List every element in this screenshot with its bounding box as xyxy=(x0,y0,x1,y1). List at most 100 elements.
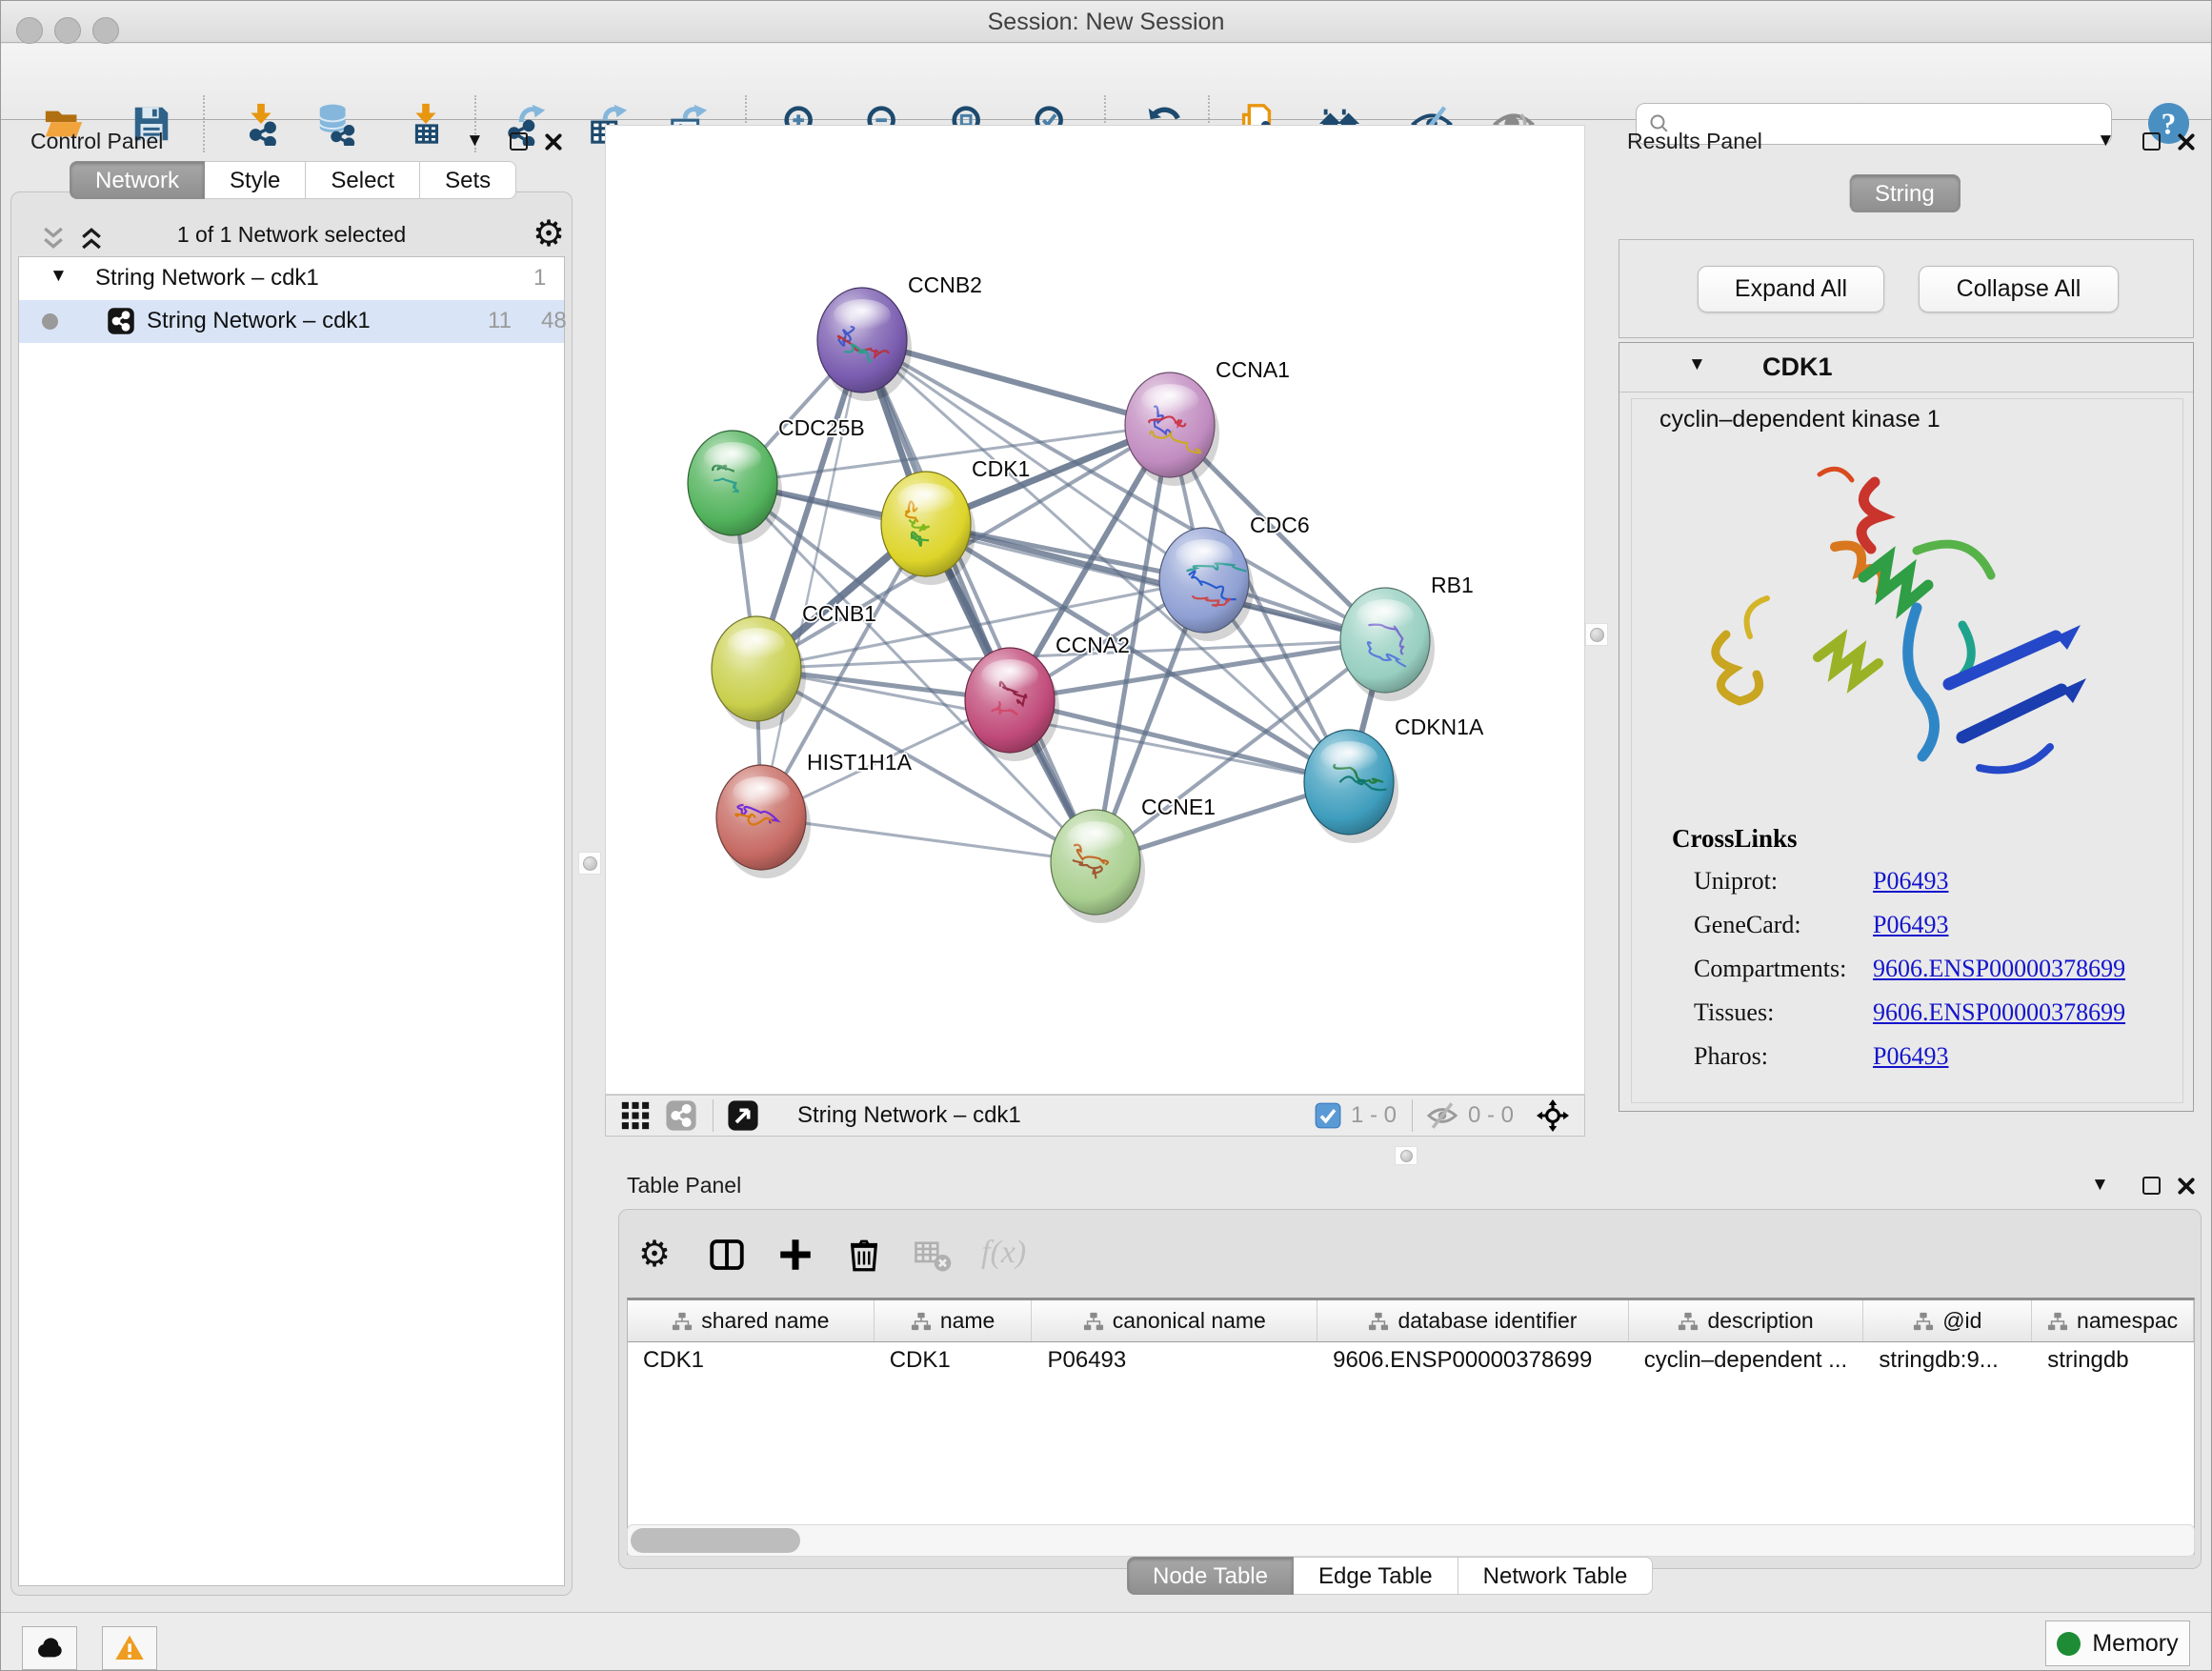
network-row[interactable]: String Network – cdk1 11 48 xyxy=(19,300,564,343)
network-collection-row[interactable]: ▼ String Network – cdk1 1 xyxy=(19,257,564,300)
tab-select[interactable]: Select xyxy=(306,161,420,199)
network-node-ccna2[interactable] xyxy=(965,648,1059,761)
table-hscrollbar-thumb[interactable] xyxy=(631,1528,800,1553)
collapse-all-button[interactable]: Collapse All xyxy=(1919,266,2119,312)
control-panel-float-icon[interactable] xyxy=(510,132,528,151)
cloud-icon xyxy=(34,1633,65,1663)
crosslink-link[interactable]: 9606.ENSP00000378699 xyxy=(1873,998,2125,1027)
hidden-eye-slash-icon[interactable] xyxy=(1426,1099,1458,1132)
network-edge[interactable] xyxy=(862,340,1096,862)
results-panel-collapse-icon[interactable]: ▼ xyxy=(2097,131,2115,151)
collection-label: String Network – cdk1 xyxy=(95,265,319,292)
crosslink-link[interactable]: 9606.ENSP00000378699 xyxy=(1873,955,2125,983)
memory-status-dot-icon xyxy=(2057,1632,2081,1656)
network-node-ccnb1[interactable] xyxy=(712,616,806,730)
canvas-bar-separator xyxy=(1412,1099,1413,1132)
table-cell: P06493 xyxy=(1032,1342,1317,1380)
gear-icon[interactable]: ⚙ xyxy=(638,1235,678,1275)
network-node-hist1h1a[interactable] xyxy=(716,765,811,878)
control-panel-close-icon[interactable] xyxy=(544,132,563,157)
application-window: Session: New Session ? Control Panel ▼ N… xyxy=(0,0,2212,1671)
network-edge[interactable] xyxy=(761,817,1096,862)
tab-sets[interactable]: Sets xyxy=(420,161,516,199)
column-header--id[interactable]: @id xyxy=(1863,1300,2032,1341)
pan-crosshair-icon[interactable] xyxy=(1537,1099,1569,1132)
table-hscrollbar[interactable] xyxy=(627,1524,2195,1557)
column-header-shared-name[interactable]: shared name xyxy=(628,1300,875,1341)
tab-node-table[interactable]: Node Table xyxy=(1127,1557,1294,1595)
network-canvas[interactable]: CCNB2CCNA1CDC25BCDK1CDC6RB1CCNB1CCNA2CDK… xyxy=(605,125,1585,1095)
network-view-icon[interactable] xyxy=(665,1099,697,1132)
column-header-label: shared name xyxy=(701,1308,829,1334)
network-node-rb1[interactable] xyxy=(1340,588,1435,701)
column-header-name[interactable]: name xyxy=(875,1300,1033,1341)
cloud-status-button[interactable] xyxy=(22,1626,77,1670)
function-builder-icon[interactable]: f(x) xyxy=(981,1235,1026,1275)
crosslink-link[interactable]: P06493 xyxy=(1873,1042,1948,1071)
node-label-ccnb2: CCNB2 xyxy=(908,272,982,297)
crosslink-label: Pharos: xyxy=(1694,1042,1768,1070)
table-header-row: shared name name canonical namedatabase id… xyxy=(628,1300,2194,1342)
node-card-header[interactable]: ▼ CDK1 xyxy=(1619,343,2193,393)
column-header-label: name xyxy=(940,1308,995,1334)
collection-count: 1 xyxy=(533,265,546,292)
network-graph[interactable]: CCNB2CCNA1CDC25BCDK1CDC6RB1CCNB1CCNA2CDK… xyxy=(606,126,1584,1094)
tree-icon xyxy=(1913,1311,1934,1332)
right-splitter-handle[interactable] xyxy=(1585,623,1608,646)
network-node-ccnb2[interactable] xyxy=(817,288,912,401)
node-card-expander-icon[interactable]: ▼ xyxy=(1688,354,1706,375)
control-panel-collapse-icon[interactable]: ▼ xyxy=(466,131,484,151)
grid-view-icon[interactable] xyxy=(619,1099,652,1132)
network-node-cdc25b[interactable] xyxy=(688,431,782,544)
tab-network[interactable]: Network xyxy=(70,161,205,199)
selected-checkbox-icon[interactable] xyxy=(1315,1102,1341,1129)
crosslink-link[interactable]: P06493 xyxy=(1873,911,1948,939)
column-header-namespac[interactable]: namespac xyxy=(2032,1300,2194,1341)
import-network-icon[interactable] xyxy=(239,102,283,146)
delete-table-icon[interactable] xyxy=(913,1235,953,1275)
node-table[interactable]: shared name name canonical namedatabase id… xyxy=(627,1298,2195,1555)
columns-icon[interactable] xyxy=(707,1235,747,1275)
crosslink-row: Uniprot:P06493 xyxy=(1694,867,2151,901)
expand-all-button[interactable]: Expand All xyxy=(1698,266,1884,312)
import-database-icon[interactable] xyxy=(314,102,358,146)
svg-text:?: ? xyxy=(2162,107,2177,140)
import-table-icon[interactable] xyxy=(404,102,448,146)
bottom-splitter-handle[interactable] xyxy=(1395,1146,1418,1165)
tab-style[interactable]: Style xyxy=(205,161,306,199)
network-view-toolbar: String Network – cdk1 1 - 0 0 - 0 xyxy=(605,1095,1585,1137)
network-node-ccna1[interactable] xyxy=(1125,372,1219,486)
main-toolbar: ? xyxy=(1,44,2211,120)
node-label-ccna1: CCNA1 xyxy=(1216,357,1290,382)
network-options-gear-icon[interactable]: ⚙ xyxy=(533,214,565,254)
column-header-canonical-name[interactable]: canonical name xyxy=(1032,1300,1317,1341)
network-node-cdkn1a[interactable] xyxy=(1304,730,1398,843)
collection-expander-icon[interactable]: ▼ xyxy=(50,266,68,287)
column-header-description[interactable]: description xyxy=(1629,1300,1864,1341)
tab-string[interactable]: String xyxy=(1849,174,1961,212)
results-panel-close-icon[interactable] xyxy=(2177,132,2196,157)
current-network-name: String Network – cdk1 xyxy=(797,1102,1301,1129)
canvas-bar-separator xyxy=(713,1099,714,1132)
tab-network-table[interactable]: Network Table xyxy=(1458,1557,1654,1595)
table-panel-collapse-icon[interactable]: ▼ xyxy=(2091,1175,2109,1196)
tree-icon xyxy=(1368,1311,1389,1332)
results-panel-float-icon[interactable] xyxy=(2142,132,2161,151)
add-column-icon[interactable] xyxy=(775,1235,815,1275)
left-splitter-handle[interactable] xyxy=(578,852,601,875)
memory-button[interactable]: Memory xyxy=(2045,1621,2190,1666)
table-row[interactable]: CDK1CDK1P064939606.ENSP00000378699cyclin… xyxy=(628,1342,2194,1380)
table-toolbar: ⚙ f(x) xyxy=(638,1231,1055,1278)
tab-edge-table[interactable]: Edge Table xyxy=(1294,1557,1458,1595)
crosslinks-title: CrossLinks xyxy=(1672,824,1798,854)
crosslink-link[interactable]: P06493 xyxy=(1873,867,1948,896)
column-header-database-identifier[interactable]: database identifier xyxy=(1317,1300,1629,1341)
network-node-ccne1[interactable] xyxy=(1051,810,1145,923)
table-panel-close-icon[interactable] xyxy=(2177,1177,2196,1201)
network-edge[interactable] xyxy=(761,340,862,817)
table-panel-float-icon[interactable] xyxy=(2142,1177,2161,1195)
network-node-cdk1[interactable] xyxy=(881,472,975,585)
delete-column-icon[interactable] xyxy=(844,1235,884,1275)
warning-status-button[interactable] xyxy=(102,1626,157,1670)
birdseye-view-icon[interactable] xyxy=(727,1099,759,1132)
